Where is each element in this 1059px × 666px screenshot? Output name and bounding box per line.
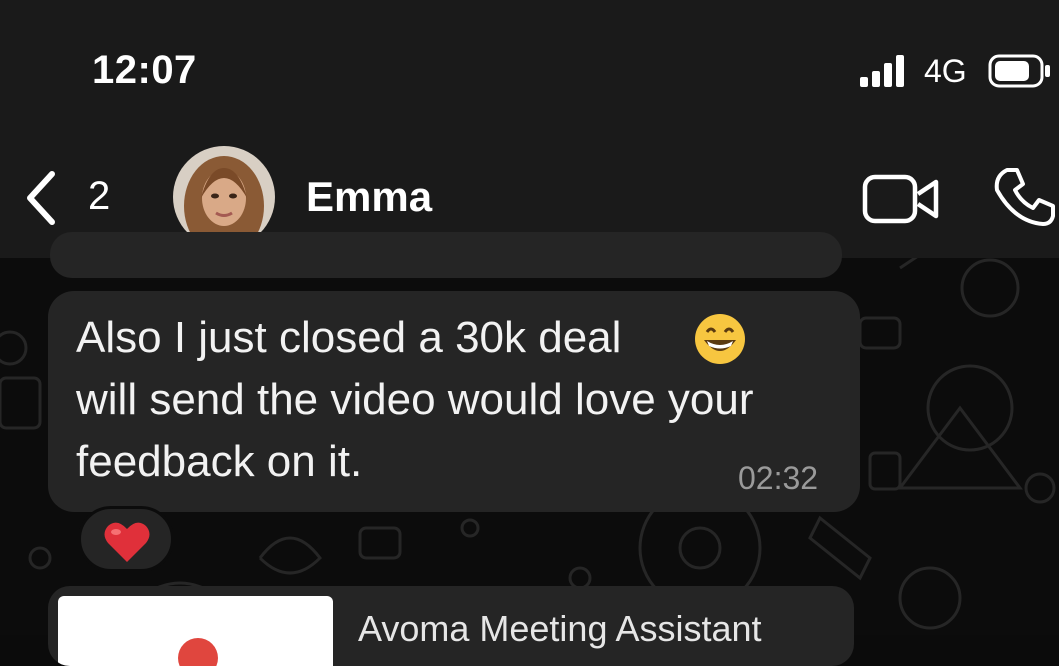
signal-icon	[860, 55, 904, 87]
status-time: 12:07	[92, 48, 197, 92]
video-camera-icon	[862, 174, 939, 224]
previous-message-bubble[interactable]	[50, 232, 842, 278]
unread-count: 2	[88, 174, 111, 218]
chevron-left-icon	[27, 171, 55, 225]
message-timestamp: 02:32	[738, 460, 819, 496]
voice-call-button[interactable]	[993, 166, 1055, 233]
heart-icon	[104, 522, 150, 562]
link-preview-thumbnail	[58, 596, 333, 666]
contact-name[interactable]: Emma	[306, 173, 432, 221]
thumbnail-logo	[178, 638, 218, 666]
message-text-line: Also I just closed a 30k deal	[76, 313, 622, 362]
message-text-line: will send the video would love your	[76, 375, 754, 424]
phone-icon	[994, 168, 1055, 226]
video-call-button[interactable]	[862, 172, 940, 231]
message-text-line: feedback on it.	[76, 437, 363, 486]
battery-icon	[988, 54, 1050, 88]
reaction-badge[interactable]	[78, 506, 174, 572]
link-preview-title: Avoma Meeting Assistant	[358, 608, 762, 649]
grinning-face-icon	[693, 312, 747, 371]
network-type: 4G	[924, 53, 967, 89]
status-bar: 12:07 4G	[0, 0, 1059, 140]
